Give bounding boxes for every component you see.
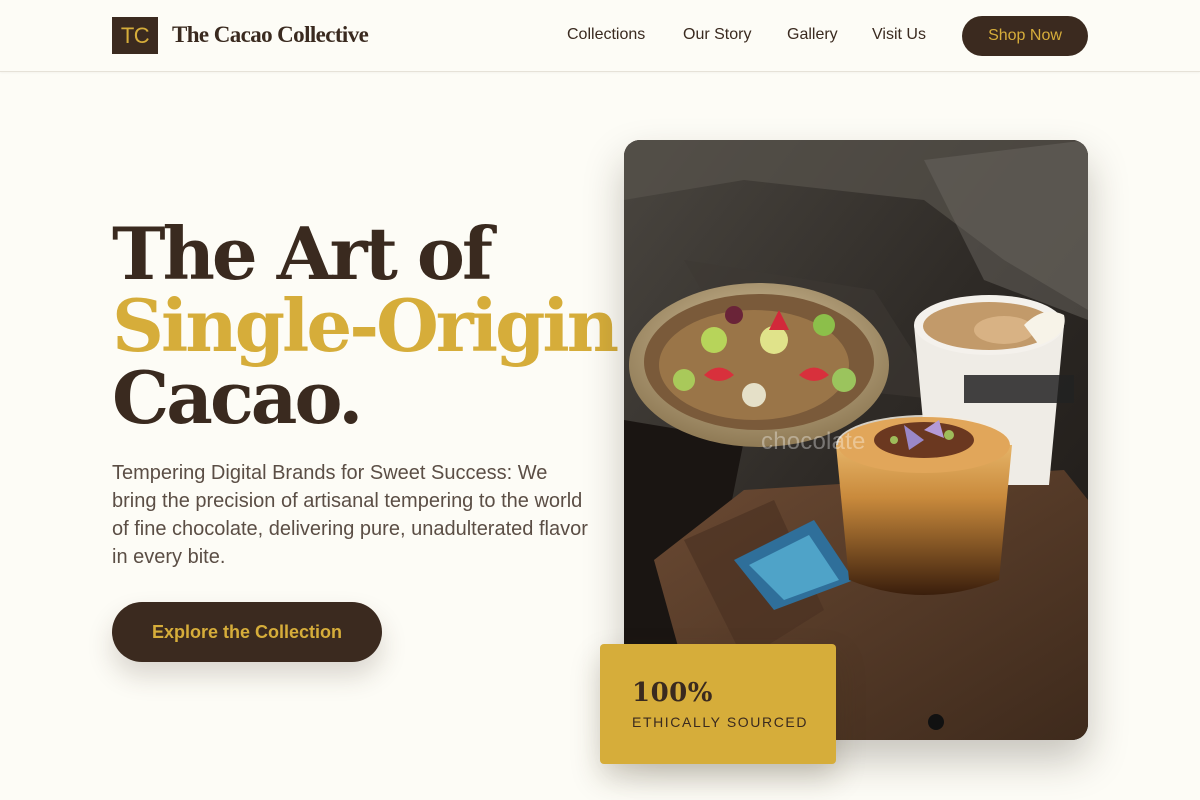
hero-description: Tempering Digital Brands for Sweet Succe… (112, 462, 588, 568)
hero-title: The Art of Single-Origin Cacao. (112, 211, 619, 440)
image-watermark: chocolate (761, 428, 866, 455)
explore-collection-button[interactable]: Explore the Collection (112, 602, 382, 662)
site-header: TC The Cacao Collective Collections Our … (0, 0, 1200, 72)
badge-label: ETHICALLY SOURCED (632, 714, 809, 730)
ethically-sourced-badge: 100% ETHICALLY SOURCED (600, 644, 836, 764)
shop-now-button[interactable]: Shop Now (962, 16, 1088, 56)
hero-title-line-1: The Art of (112, 211, 493, 296)
nav-link-gallery[interactable]: Gallery (787, 26, 838, 44)
hero-title-line-3: Cacao. (112, 355, 363, 440)
hero-title-line-2-accent: Single-Origin (112, 283, 619, 368)
logo-mark[interactable]: TC (112, 17, 158, 54)
badge-value: 100% (632, 678, 713, 708)
nav-link-our-story[interactable]: Our Story (683, 26, 751, 44)
nav-link-collections[interactable]: Collections (567, 26, 645, 44)
brand-name[interactable]: The Cacao Collective (172, 22, 369, 48)
nav-link-visit-us[interactable]: Visit Us (872, 26, 926, 44)
